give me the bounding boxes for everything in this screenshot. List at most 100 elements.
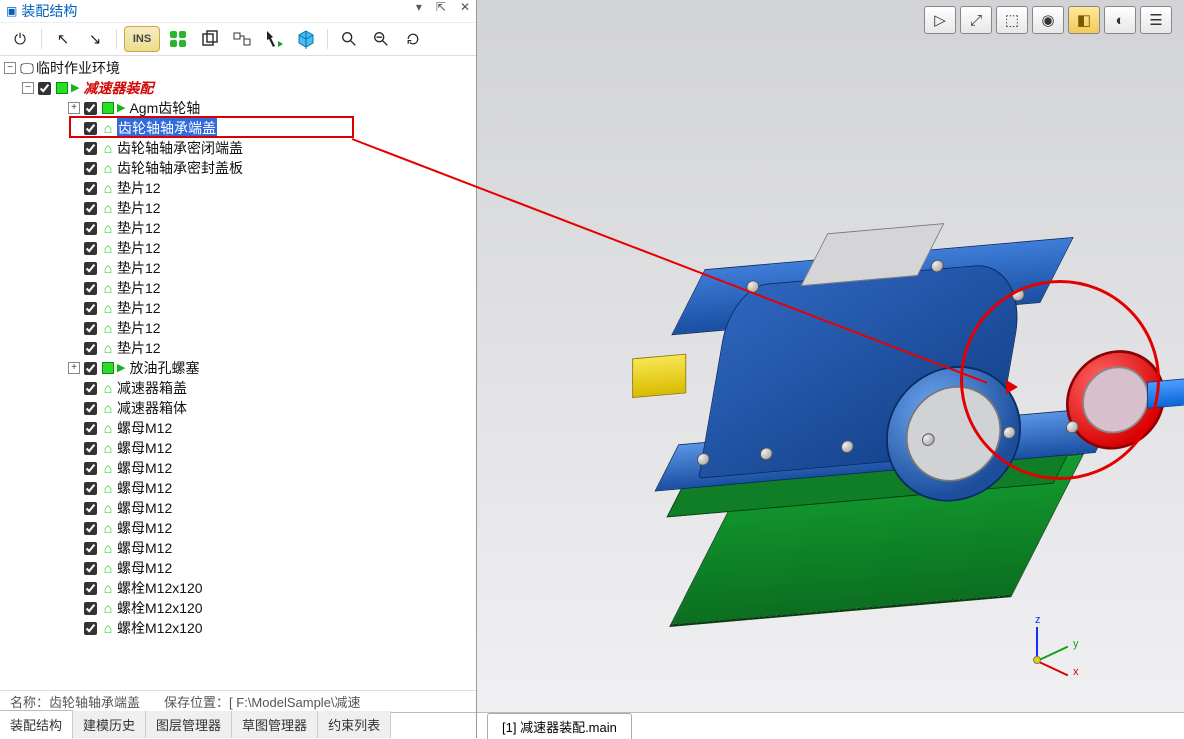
zoom-fit-icon[interactable]: ⤢ [960,6,992,34]
tree-item[interactable]: ⌂垫片12 [4,198,472,218]
visibility-checkbox[interactable] [84,442,97,455]
visibility-checkbox[interactable] [84,322,97,335]
tab-model-history[interactable]: 建模历史 [73,711,146,738]
visibility-checkbox[interactable] [84,402,97,415]
tree-item[interactable]: ⌂螺母M12 [4,418,472,438]
document-tab[interactable]: [1] 减速器装配.main [487,713,632,739]
visibility-checkbox[interactable] [84,122,97,135]
gearbox-model[interactable] [625,153,1129,647]
tree-item[interactable]: ⌂齿轮轴轴承密封盖板 [4,158,472,178]
part-icon: ⌂ [101,421,115,435]
cursor-play-icon[interactable] [260,26,288,52]
visibility-checkbox[interactable] [84,162,97,175]
expand-icon[interactable]: + [68,102,80,114]
visibility-checkbox[interactable] [84,602,97,615]
collapse-icon[interactable]: − [22,82,34,94]
tree-item[interactable]: +▶Agm齿轮轴 [4,98,472,118]
3d-viewport[interactable]: ▷ ⤢ ⬚ ◉ ◧ ◐ ☰ [477,0,1184,712]
expand-icon[interactable]: + [68,362,80,374]
tree-item[interactable]: ⌂垫片12 [4,278,472,298]
visibility-checkbox[interactable] [84,522,97,535]
axis-x-label: x [1073,666,1079,678]
tab-assembly-structure[interactable]: 装配结构 [0,710,73,739]
tree-item[interactable]: ⌂螺栓M12x120 [4,618,472,638]
panel-close-icon[interactable]: ✕ [460,0,470,14]
visibility-checkbox[interactable] [38,82,51,95]
refresh-icon[interactable] [399,26,427,52]
tab-sketch-manager[interactable]: 草图管理器 [232,711,318,738]
visibility-checkbox[interactable] [84,242,97,255]
zoom-out-icon[interactable] [367,26,395,52]
part-icon: ⌂ [101,141,115,155]
cube-blue-icon[interactable] [292,26,320,52]
tree-item[interactable]: ⌂垫片12 [4,318,472,338]
tab-constraint-list[interactable]: 约束列表 [318,711,391,738]
visibility-checkbox[interactable] [84,102,97,115]
tree-item[interactable]: +▶放油孔螺塞 [4,358,472,378]
part-icon: ⌂ [101,521,115,535]
visibility-checkbox[interactable] [84,222,97,235]
tree-item[interactable]: ⌂螺栓M12x120 [4,598,472,618]
tree-item[interactable]: ⌂螺母M12 [4,478,472,498]
tab-layer-manager[interactable]: 图层管理器 [146,711,232,738]
wireframe-icon[interactable]: ☰ [1140,6,1172,34]
visibility-checkbox[interactable] [84,422,97,435]
power-icon[interactable]: ⏻ [6,26,34,52]
visibility-checkbox[interactable] [84,182,97,195]
tree-assembly[interactable]: − ▶ 减速器装配 [4,78,472,98]
tree-item[interactable]: ⌂螺母M12 [4,458,472,478]
tree-item[interactable]: ⌂垫片12 [4,338,472,358]
tree-item[interactable]: ⌂螺母M12 [4,538,472,558]
tree-item[interactable]: ⌂齿轮轴轴承密闭端盖 [4,138,472,158]
visibility-checkbox[interactable] [84,622,97,635]
visibility-checkbox[interactable] [84,302,97,315]
status-name-label: 名称： [10,692,49,711]
view-cube-icon[interactable]: ◧ [1068,6,1100,34]
tree-item[interactable]: ⌂齿轮轴轴承端盖 [4,118,472,138]
search-icon[interactable] [335,26,363,52]
tree-item[interactable]: ⌂螺栓M12x120 [4,578,472,598]
copy-icon[interactable] [196,26,224,52]
visibility-checkbox[interactable] [84,502,97,515]
folder-icon: 🖵 [20,61,34,75]
visibility-checkbox[interactable] [84,362,97,375]
visibility-checkbox[interactable] [84,462,97,475]
panel-pin-icon[interactable]: ⇱ [436,0,446,14]
visibility-checkbox[interactable] [84,562,97,575]
tree-item[interactable]: ⌂螺母M12 [4,518,472,538]
collapse-icon[interactable]: − [4,62,16,74]
play-button[interactable]: ▷ [924,6,956,34]
zoom-window-icon[interactable]: ⬚ [996,6,1028,34]
visibility-checkbox[interactable] [84,382,97,395]
tree-item[interactable]: ⌂垫片12 [4,238,472,258]
tree-item[interactable]: ⌂垫片12 [4,178,472,198]
visibility-checkbox[interactable] [84,142,97,155]
tree-item[interactable]: ⌂螺母M12 [4,558,472,578]
visibility-checkbox[interactable] [84,202,97,215]
tree-item[interactable]: ⌂减速器箱体 [4,398,472,418]
tree-item[interactable]: ⌂螺母M12 [4,498,472,518]
tree-item[interactable]: ⌂垫片12 [4,298,472,318]
visibility-checkbox[interactable] [84,542,97,555]
tree-item-label: 螺母M12 [117,538,172,558]
panel-dropdown-icon[interactable]: ▾ [416,0,422,14]
array-icon[interactable] [164,26,192,52]
visibility-checkbox[interactable] [84,282,97,295]
tree-item[interactable]: ⌂减速器箱盖 [4,378,472,398]
tree-item[interactable]: ⌂垫片12 [4,258,472,278]
orbit-icon[interactable]: ◉ [1032,6,1064,34]
tree-root[interactable]: − 🖵 临时作业环境 [4,58,472,78]
tree-item[interactable]: ⌂螺母M12 [4,438,472,458]
tree-item-label: 齿轮轴轴承密闭端盖 [117,138,243,158]
arrow-in-icon[interactable]: ↘ [81,26,109,52]
arrow-out-icon[interactable]: ↖ [49,26,77,52]
tree-body[interactable]: − 🖵 临时作业环境 − ▶ 减速器装配 +▶Agm齿轮轴⌂齿轮轴轴承端盖⌂齿轮… [0,56,476,690]
insert-button[interactable]: INS [124,26,160,52]
shading-icon[interactable]: ◐ [1104,6,1136,34]
visibility-checkbox[interactable] [84,342,97,355]
visibility-checkbox[interactable] [84,582,97,595]
group-icon[interactable] [228,26,256,52]
visibility-checkbox[interactable] [84,262,97,275]
tree-item[interactable]: ⌂垫片12 [4,218,472,238]
visibility-checkbox[interactable] [84,482,97,495]
